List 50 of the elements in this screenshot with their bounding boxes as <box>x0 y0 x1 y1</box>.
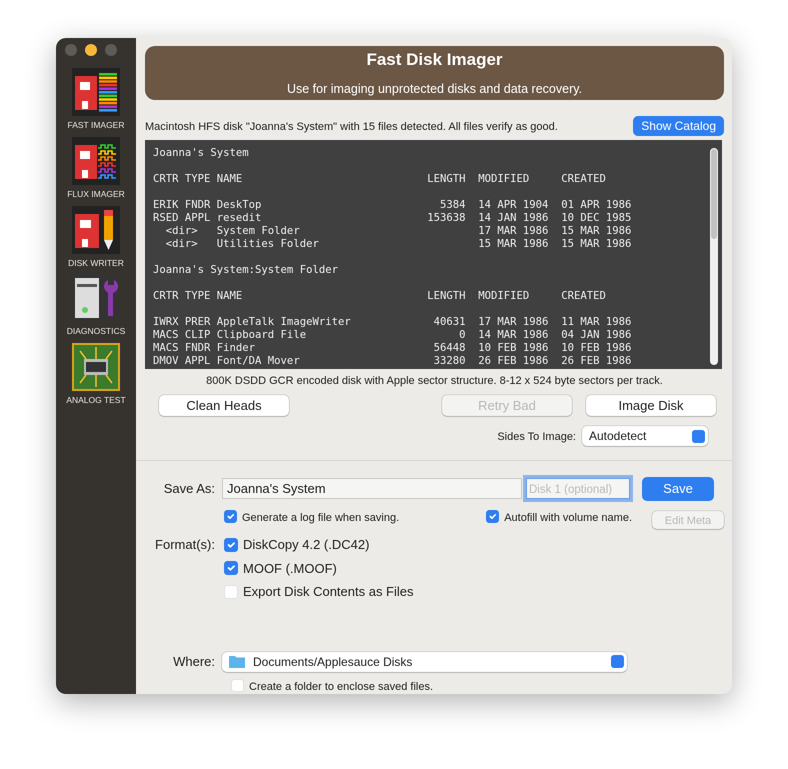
listing-line: DMOV APPL Font/DA Mover 33280 26 FEB 1986 26 FEB 1986 <box>153 354 632 367</box>
disk-info-text: 800K DSDD GCR encoded disk with Apple sector structure. 8-12 x 524 byte sectors per track. <box>205 373 664 388</box>
listing-header: CRTR TYPE NAME LENGTH MODIFIED CREATED <box>153 289 607 302</box>
formats-label: Format(s): <box>154 536 215 554</box>
sidebar-item-label[interactable]: FLUX IMAGER <box>67 188 125 200</box>
folder-icon <box>229 655 245 668</box>
checkbox-label: DiskCopy 4.2 (.DC42) <box>243 536 370 554</box>
listing-line: MACS CLIP Clipboard File 0 14 MAR 1986 04 JAN 1986 <box>153 328 632 341</box>
listing-line: <dir> System Folder 17 MAR 1986 15 MAR 1986 <box>164 224 632 237</box>
tool-icon[interactable] <box>72 343 120 391</box>
banner-title: Fast Disk Imager <box>366 48 503 71</box>
sides-dropdown[interactable]: Autodetect <box>582 426 708 446</box>
checkbox[interactable] <box>224 510 237 524</box>
banner-subtitle: Use for imaging unprotected disks and data recovery. <box>286 81 582 98</box>
tool-icon[interactable] <box>72 136 120 185</box>
disk-name-field[interactable]: Disk 1 (optional) <box>526 478 630 500</box>
save-as-label: Save As: <box>162 480 215 498</box>
where-label: Where: <box>172 652 215 671</box>
checkbox-label: Generate a log file when saving. <box>242 510 400 525</box>
save-button[interactable]: Save <box>642 477 714 500</box>
checkbox[interactable] <box>224 538 238 552</box>
location-dropdown[interactable]: Documents/Applesauce Disks <box>222 652 627 672</box>
checkbox-label: Create a folder to enclose saved files. <box>249 678 434 694</box>
sidebar-item-label[interactable]: ANALOG TEST <box>66 394 126 407</box>
listing-line: <dir> Utilities Folder 15 MAR 1986 15 MAR 1986 <box>164 237 632 250</box>
status-text: Macintosh HFS disk "Joanna's System" with 15 files detected. All files verify as good. <box>145 118 558 134</box>
checkbox[interactable] <box>486 510 500 524</box>
checkbox-label: Export Disk Contents as Files <box>243 583 414 601</box>
tool-icon[interactable] <box>72 206 120 254</box>
listing-line: IWRX PRER AppleTalk ImageWriter 40631 17 MAR 1986 11 MAR 1986 <box>153 315 632 328</box>
action-button[interactable]: Clean Heads <box>159 394 289 416</box>
checkbox-label: MOOF (.MOOF) <box>243 560 337 578</box>
sidebar-item-label[interactable]: DIAGNOSTICS <box>66 325 126 338</box>
listing-title: Joanna's System <box>153 146 250 159</box>
listing-header: CRTR TYPE NAME LENGTH MODIFIED CREATED <box>153 172 607 185</box>
sidebar-item-label[interactable]: FAST IMAGER <box>68 119 124 132</box>
show-catalog-button[interactable]: Show Catalog <box>633 116 724 136</box>
sides-label: Sides To Image: <box>497 428 576 444</box>
scrollbar[interactable] <box>710 148 718 365</box>
filename-field[interactable]: Joanna's System <box>222 478 522 500</box>
checkbox-label: Autofill with volume name. <box>504 510 632 524</box>
checkbox[interactable] <box>224 561 238 576</box>
tool-icon[interactable] <box>72 68 120 116</box>
minimize-button[interactable] <box>85 44 97 56</box>
action-button[interactable]: Image Disk <box>586 394 716 416</box>
listing-title: Joanna's System:System Folder <box>153 263 339 276</box>
listing-line: ERIK FNDR DeskTop 5384 14 APR 1904 01 APR 1986 <box>153 198 632 211</box>
listing-line: RSED APPL resedit 153638 14 JAN 1986 10 DEC 1985 <box>153 211 632 224</box>
sidebar-item-label[interactable]: DISK WRITER <box>68 256 124 270</box>
listing-line: MACS FNDR Finder 56448 10 FEB 1986 10 FEB 1986 <box>153 341 632 354</box>
